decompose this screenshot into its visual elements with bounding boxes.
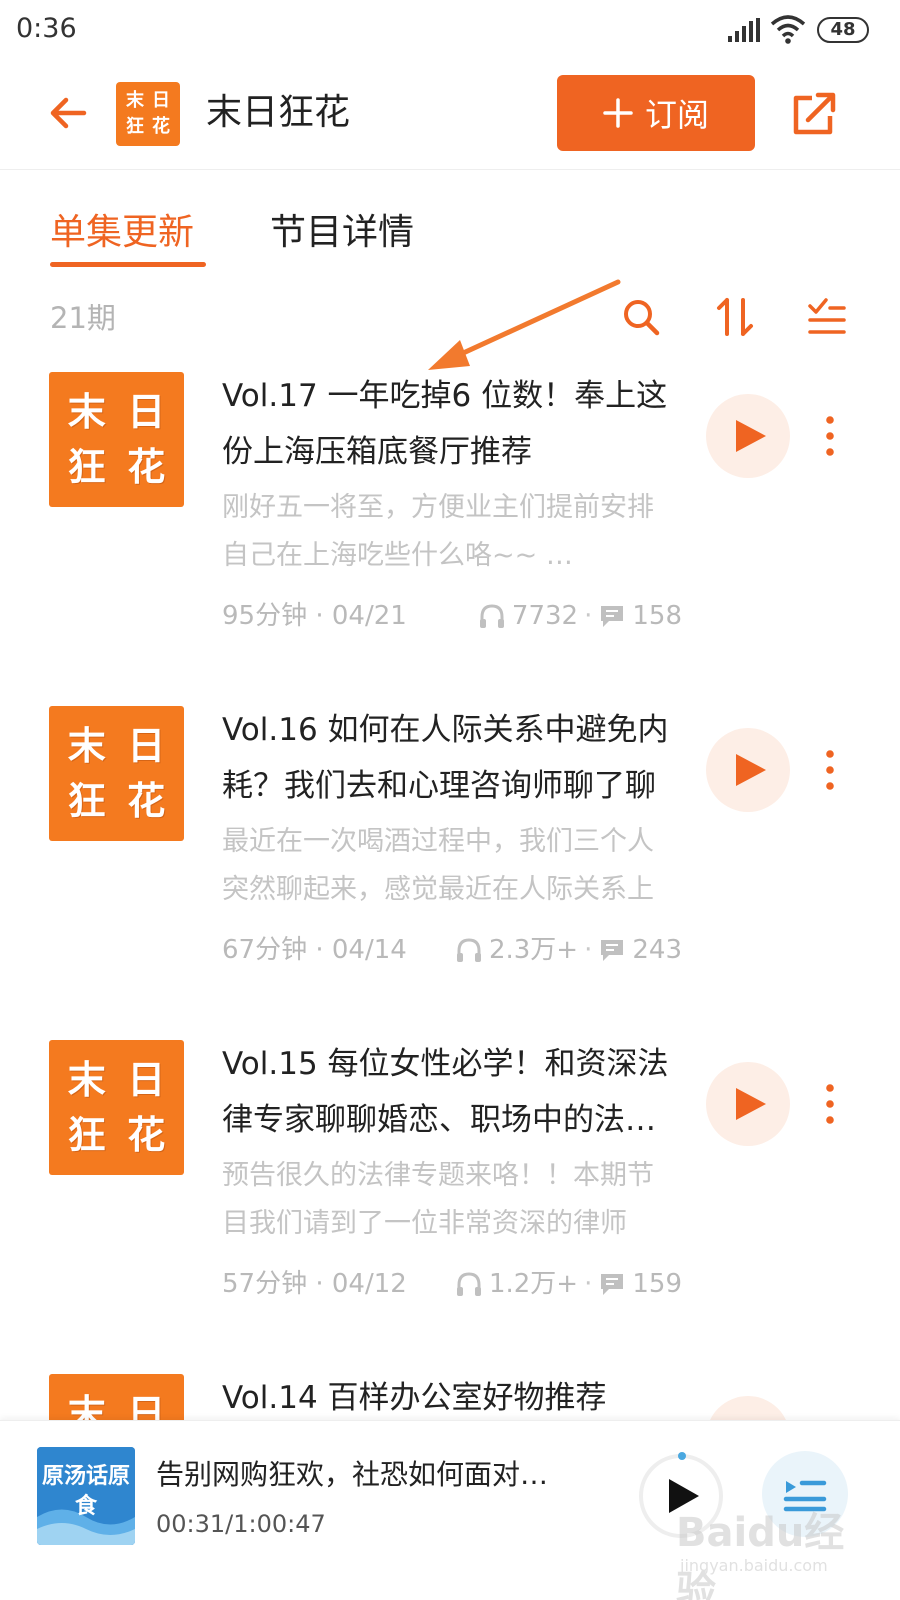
cover-char: 末 — [67, 722, 106, 768]
episode-title[interactable]: Vol.14 百样办公室好物推荐 — [222, 1370, 682, 1420]
play-button[interactable] — [706, 394, 790, 478]
cover-char: 日 — [127, 1056, 166, 1102]
play-icon — [736, 754, 766, 786]
active-tab-indicator — [50, 262, 206, 267]
episode-duration-date: 67分钟 · 04/14 — [222, 935, 407, 965]
back-arrow-icon[interactable] — [44, 88, 94, 138]
cover-char: 日 — [127, 1390, 166, 1420]
subscribe-button[interactable]: 订阅 — [557, 75, 755, 151]
episode-cover: 末 日 狂 花 — [49, 706, 184, 841]
episode-title[interactable]: Vol.15 每位女性必学！和资深法律专家聊聊婚恋、职场中的法律问题 — [222, 1036, 682, 1148]
comment-icon — [601, 940, 624, 961]
episode-description: 预告很久的法律专题来咯！！本期节目我们请到了一位非常资深的律师 — [222, 1160, 654, 1239]
cover-char: 日 — [127, 722, 166, 768]
playback-time: 00:31/1:00:47 — [156, 1510, 326, 1538]
plus-icon — [603, 98, 633, 128]
play-count: 2.3万+ — [488, 935, 579, 965]
episode-title[interactable]: Vol.16 如何在人际关系中避免内耗？我们去和心理咨询师聊了聊 — [222, 702, 682, 814]
separator-dot: · — [584, 601, 593, 631]
subscribe-label: 订阅 — [644, 96, 709, 134]
podcast-title: 末日狂花 — [206, 92, 351, 133]
more-options-icon[interactable] — [816, 1082, 844, 1126]
cover-char: 末 — [67, 1390, 106, 1420]
cover-char: 狂 — [67, 778, 106, 824]
play-icon — [736, 1088, 766, 1120]
tab-episodes[interactable]: 单集更新 — [50, 208, 194, 258]
status-bar: 0:36 48 — [0, 0, 900, 60]
episode-duration-date: 95分钟 · 04/21 — [222, 601, 407, 631]
episode-item[interactable]: 末 日 狂 花 Vol.16 如何在人际关系中避免内耗？我们去和心理咨询师聊了聊… — [0, 702, 900, 1036]
separator-dot: · — [584, 935, 593, 965]
cover-title: 原汤话原食 — [41, 1463, 130, 1519]
play-button[interactable] — [706, 1396, 790, 1420]
more-options-icon[interactable] — [816, 414, 844, 458]
headphones-icon — [456, 1272, 481, 1296]
more-options-icon[interactable] — [816, 748, 844, 792]
battery-level: 48 — [830, 19, 856, 40]
cover-char: 末 — [67, 388, 106, 434]
comment-count: 159 — [632, 1269, 682, 1299]
episode-duration-date: 57分钟 · 04/12 — [222, 1269, 407, 1299]
podcast-logo: 末 日 狂 花 — [116, 82, 180, 146]
cover-char: 末 — [67, 1056, 106, 1102]
logo-char: 花 — [152, 116, 170, 137]
sort-icon[interactable] — [714, 296, 756, 338]
cover-char: 日 — [127, 388, 166, 434]
watermark-url: jingyan.baidu.com — [680, 1556, 828, 1575]
play-button[interactable] — [706, 1062, 790, 1146]
header: 末 日 狂 花 末日狂花 订阅 — [0, 60, 900, 170]
episode-cover: 末 日 狂 花 — [49, 1374, 184, 1420]
episode-meta: 57分钟 · 04/12 1.2万+ · 159 — [222, 1264, 682, 1304]
now-playing-title[interactable]: 告别网购狂欢，社恐如何面对… — [156, 1453, 596, 1497]
episode-cover: 末 日 狂 花 — [49, 1040, 184, 1175]
episode-stats: 7732 · 158 — [478, 596, 682, 636]
cover-char: 狂 — [67, 444, 106, 490]
episode-meta: 67分钟 · 04/14 2.3万+ · 243 — [222, 930, 682, 970]
episode-stats: 1.2万+ · 159 — [455, 1264, 682, 1304]
play-count: 7732 — [511, 601, 579, 631]
headphones-icon — [479, 604, 504, 628]
play-button[interactable] — [706, 728, 790, 812]
episode-item[interactable]: 末 日 狂 花 Vol.14 百样办公室好物推荐 — [0, 1370, 900, 1420]
now-playing-cover: 原汤话原食 — [37, 1447, 135, 1545]
baidu-watermark: Baidu经验 jingyan.baidu.com — [676, 1500, 876, 1600]
separator-dot: · — [584, 1269, 593, 1299]
cover-char: 花 — [127, 1112, 166, 1158]
comment-icon — [601, 606, 624, 627]
episode-count: 21期 — [50, 301, 116, 335]
comment-count: 243 — [632, 935, 682, 965]
cover-char: 花 — [127, 444, 166, 490]
comment-count: 158 — [632, 601, 682, 631]
comment-icon — [601, 1274, 624, 1295]
episode-cover: 末 日 狂 花 — [49, 372, 184, 507]
logo-char: 末 — [126, 90, 144, 111]
episode-title[interactable]: Vol.17 一年吃掉6 位数！奉上这份上海压箱底餐厅推荐 — [222, 368, 682, 480]
episode-item[interactable]: 末 日 狂 花 Vol.17 一年吃掉6 位数！奉上这份上海压箱底餐厅推荐 刚好… — [0, 368, 900, 702]
filter-list-icon[interactable] — [806, 296, 848, 338]
share-icon[interactable] — [790, 90, 838, 138]
signal-icon — [728, 18, 760, 42]
status-time: 0:36 — [16, 13, 77, 44]
watermark-main: Baidu经验 — [676, 1510, 845, 1600]
episode-item[interactable]: 末 日 狂 花 Vol.15 每位女性必学！和资深法律专家聊聊婚恋、职场中的法律… — [0, 1036, 900, 1370]
episode-description: 刚好五一将至，方便业主们提前安排自己在上海吃些什么咯~~ … — [222, 492, 654, 571]
cover-char: 花 — [127, 778, 166, 824]
tab-details[interactable]: 节目详情 — [270, 208, 414, 258]
battery-icon: 48 — [817, 17, 869, 43]
cover-char: 狂 — [67, 1112, 106, 1158]
episode-meta: 95分钟 · 04/21 7732 · 158 — [222, 596, 682, 636]
headphones-icon — [456, 938, 481, 962]
episode-description: 最近在一次喝酒过程中，我们三个人突然聊起来，感觉最近在人际关系上 — [222, 826, 654, 905]
play-count: 1.2万+ — [488, 1269, 579, 1299]
logo-char: 狂 — [126, 116, 144, 137]
wifi-icon — [770, 15, 806, 44]
logo-char: 日 — [152, 90, 170, 111]
play-icon — [736, 420, 766, 452]
episode-stats: 2.3万+ · 243 — [455, 930, 682, 970]
